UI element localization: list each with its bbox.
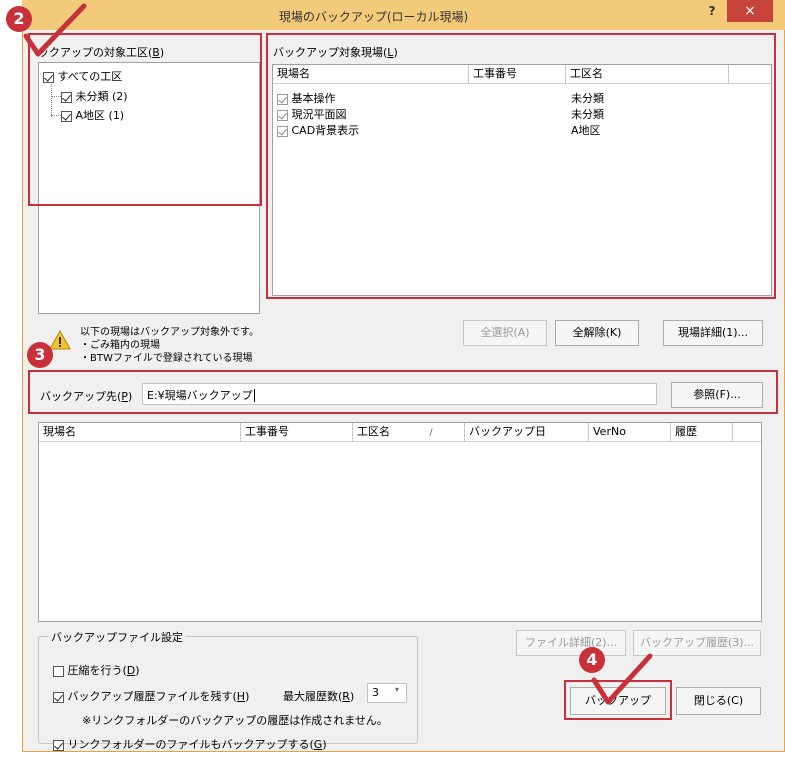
sort-indicator-icon: / — [429, 428, 433, 438]
history-col-date[interactable]: バックアップ日 — [465, 423, 589, 441]
history-header: 現場名 工事番号 工区名 / バックアップ日 VerNo 履歴 — [39, 423, 761, 442]
dialog-title: 現場のバックアップ(ローカル現場) — [278, 10, 469, 24]
site-detail-button[interactable]: 現場詳細(1)... — [663, 320, 763, 346]
notice-line-1: 以下の現場はバックアップ対象外です。 — [80, 327, 259, 338]
keep-history-label: バックアップ履歴ファイルを残す — [67, 690, 233, 703]
max-history-label: 最大履歴数(R) — [283, 690, 355, 703]
checkmark-icon — [23, 3, 87, 57]
history-col-name[interactable]: 現場名 — [39, 423, 241, 441]
select-all-button[interactable]: 全選択(A) — [463, 320, 547, 346]
history-col-area[interactable]: 工区名 / — [353, 423, 465, 441]
max-history-hotkey: R — [342, 690, 350, 703]
link-history-note: ※リンクフォルダーのバックアップの履歴は作成されません。 — [82, 714, 388, 727]
compress-label: 圧縮を行う — [67, 664, 123, 677]
compress-option[interactable]: 圧縮を行う(D) — [53, 662, 140, 678]
targets-highlight-box — [266, 33, 776, 299]
link-backup-hotkey: G — [313, 738, 323, 751]
step-badge-3: 3 — [27, 342, 53, 368]
compress-hotkey: D — [126, 664, 136, 677]
destination-highlight-box — [28, 370, 778, 414]
max-history-label-text: 最大履歴数 — [283, 690, 338, 703]
compress-checkbox[interactable] — [53, 665, 64, 677]
history-list[interactable]: 現場名 工事番号 工区名 / バックアップ日 VerNo 履歴 — [38, 422, 762, 622]
checkmark-icon — [591, 653, 653, 705]
history-col-history[interactable]: 履歴 — [671, 423, 733, 441]
link-backup-checkbox[interactable] — [53, 739, 64, 751]
title-bar: 現場のバックアップ(ローカル現場) — [22, 0, 785, 30]
chevron-down-icon: ▾ — [395, 685, 400, 694]
warning-icon — [49, 329, 71, 353]
history-col-number[interactable]: 工事番号 — [241, 423, 353, 441]
history-col-area-label: 工区名 — [357, 425, 390, 438]
notice-text: 以下の現場はバックアップ対象外です。 ・ごみ箱内の現場 ・BTWファイルで登録さ… — [80, 326, 259, 365]
close-window-button[interactable]: × — [727, 0, 773, 22]
clear-all-button[interactable]: 全解除(K) — [555, 320, 639, 346]
close-dialog-button[interactable]: 閉じる(C) — [676, 687, 761, 715]
keep-history-checkbox[interactable] — [53, 691, 64, 703]
max-history-value: 3 — [372, 686, 379, 699]
settings-group-label: バックアップファイル設定 — [48, 629, 186, 645]
help-button[interactable]: ? — [697, 0, 727, 22]
link-backup-option[interactable]: リンクフォルダーのファイルもバックアップする(G) — [53, 736, 327, 752]
history-col-version[interactable]: VerNo — [589, 423, 671, 441]
keep-history-hotkey: H — [236, 690, 246, 703]
keep-history-option[interactable]: バックアップ履歴ファイルを残す(H) — [53, 688, 249, 704]
link-backup-label: リンクフォルダーのファイルもバックアップする — [67, 738, 310, 751]
notice-line-2: ・ごみ箱内の現場 — [80, 340, 160, 351]
max-history-select[interactable]: 3 ▾ — [367, 683, 407, 703]
notice-line-3: ・BTWファイルで登録されている現場 — [80, 353, 253, 364]
